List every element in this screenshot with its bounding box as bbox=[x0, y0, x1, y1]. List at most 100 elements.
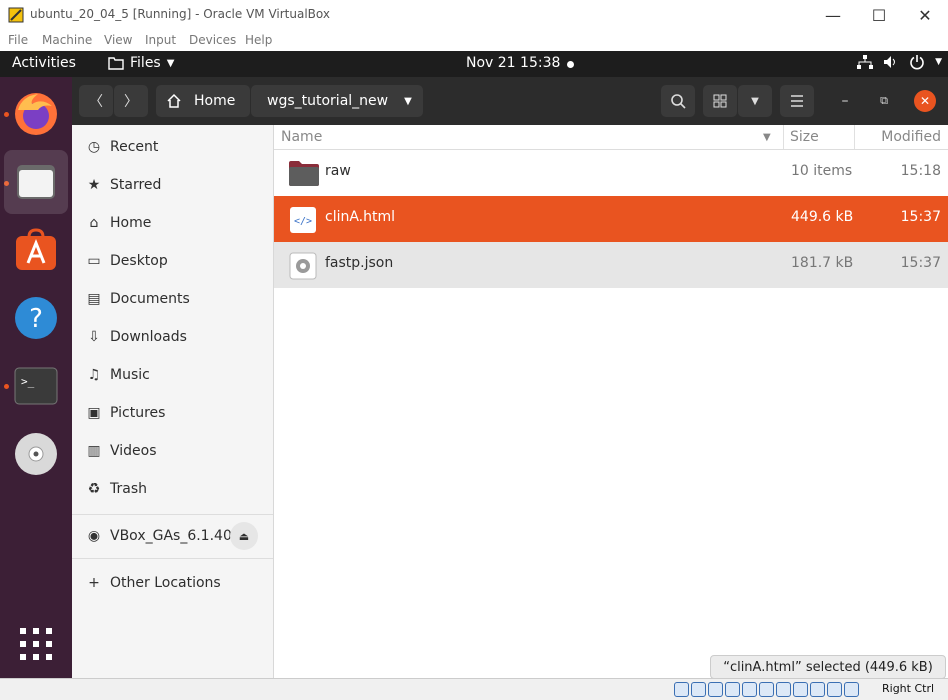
clock[interactable]: Nov 21 15:38 bbox=[466, 55, 560, 71]
menu-button[interactable] bbox=[780, 85, 814, 117]
vbox-status-bar: Right Ctrl bbox=[0, 678, 948, 700]
sidebar-item-documents[interactable]: ▤ Documents bbox=[72, 280, 273, 318]
sidebar-item-other-locations[interactable]: + Other Locations bbox=[72, 564, 273, 602]
search-icon bbox=[671, 94, 686, 109]
grid-view-icon bbox=[713, 94, 727, 108]
file-modified: 15:37 bbox=[900, 209, 941, 225]
sidebar-item-desktop[interactable]: ▭ Desktop bbox=[72, 242, 273, 280]
optical-drive-icon[interactable] bbox=[691, 682, 706, 697]
chevron-left-icon: 〈 bbox=[89, 94, 103, 110]
file-size: 449.6 kB bbox=[791, 209, 854, 225]
menu-file[interactable]: File bbox=[8, 33, 28, 47]
firefox-icon bbox=[15, 93, 57, 135]
menu-devices[interactable]: Devices bbox=[189, 33, 236, 47]
document-icon: ▤ bbox=[87, 291, 101, 307]
terminal-icon: >_ bbox=[14, 367, 58, 405]
software-launcher[interactable] bbox=[4, 218, 68, 282]
menu-input[interactable]: Input bbox=[145, 33, 176, 47]
plus-icon: + bbox=[88, 575, 100, 591]
forward-button[interactable]: 〉 bbox=[114, 85, 148, 117]
hard-disk-icon[interactable] bbox=[674, 682, 689, 697]
svg-text:?: ? bbox=[29, 304, 43, 334]
network-adapter-icon[interactable] bbox=[725, 682, 740, 697]
sidebar-item-label: Pictures bbox=[110, 405, 166, 421]
sidebar-item-label: Downloads bbox=[110, 329, 187, 345]
ubuntu-software-icon bbox=[16, 228, 56, 270]
sidebar-item-home[interactable]: ⌂ Home bbox=[72, 204, 273, 242]
sidebar-item-downloads[interactable]: ⇩ Downloads bbox=[72, 318, 273, 356]
file-name: fastp.json bbox=[325, 255, 394, 271]
sidebar-item-videos[interactable]: ▥ Videos bbox=[72, 432, 273, 470]
sidebar-item-label: Documents bbox=[110, 291, 190, 307]
json-file-icon bbox=[289, 252, 317, 280]
search-button[interactable] bbox=[661, 85, 695, 117]
download-icon: ⇩ bbox=[88, 329, 100, 345]
home-icon bbox=[167, 93, 181, 108]
app-grid-icon bbox=[20, 628, 52, 660]
view-options-button[interactable]: ▼ bbox=[738, 85, 772, 117]
menu-help[interactable]: Help bbox=[245, 33, 272, 47]
shared-folder-icon[interactable] bbox=[759, 682, 774, 697]
cpu-icon[interactable] bbox=[810, 682, 825, 697]
sidebar-item-label: Music bbox=[110, 367, 150, 383]
audio-icon[interactable] bbox=[708, 682, 723, 697]
chevron-down-icon: ▼ bbox=[166, 57, 175, 69]
view-toggle-button[interactable] bbox=[703, 85, 737, 117]
menu-machine[interactable]: Machine bbox=[42, 33, 92, 47]
sidebar-item-device[interactable]: ◉ VBox_GAs_6.1.40 ⏏ bbox=[72, 517, 273, 555]
file-row-fastp-json[interactable]: fastp.json 181.7 kB 15:37 bbox=[274, 242, 948, 288]
recording-icon[interactable] bbox=[793, 682, 808, 697]
optical-disc-launcher[interactable] bbox=[4, 422, 68, 486]
sidebar-item-pictures[interactable]: ▣ Pictures bbox=[72, 394, 273, 432]
minimize-files-button[interactable]: – bbox=[830, 85, 860, 117]
menu-view[interactable]: View bbox=[104, 33, 132, 47]
sidebar-item-label: Videos bbox=[110, 443, 157, 459]
sidebar-item-starred[interactable]: ★ Starred bbox=[72, 166, 273, 204]
eject-button[interactable]: ⏏ bbox=[230, 522, 258, 550]
svg-text:</>: </> bbox=[294, 216, 312, 227]
show-applications-button[interactable] bbox=[4, 612, 68, 676]
sort-descending-icon[interactable]: ▼ bbox=[763, 132, 771, 143]
close-window-button[interactable]: ✕ bbox=[902, 3, 948, 27]
column-modified[interactable]: Modified bbox=[881, 129, 941, 145]
firefox-launcher[interactable] bbox=[4, 82, 68, 146]
maximize-button[interactable]: ☐ bbox=[856, 3, 902, 27]
files-launcher[interactable] bbox=[4, 150, 68, 214]
system-tray[interactable]: ▼ bbox=[857, 54, 942, 70]
files-app-menu[interactable]: Files ▼ bbox=[108, 55, 174, 71]
notification-dot-icon bbox=[567, 61, 574, 68]
sidebar-item-music[interactable]: ♫ Music bbox=[72, 356, 273, 394]
column-separator bbox=[854, 125, 855, 149]
terminal-launcher[interactable]: >_ bbox=[4, 354, 68, 418]
usb-icon[interactable] bbox=[742, 682, 757, 697]
file-size: 10 items bbox=[791, 163, 853, 179]
activities-button[interactable]: Activities bbox=[12, 55, 76, 71]
file-list-header: Name ▼ Size Modified bbox=[274, 125, 948, 150]
close-files-button[interactable]: ✕ bbox=[914, 90, 936, 112]
network-icon bbox=[857, 55, 874, 69]
host-key-label: Right Ctrl bbox=[882, 682, 935, 695]
column-size[interactable]: Size bbox=[790, 129, 819, 145]
file-modified: 15:37 bbox=[900, 255, 941, 271]
breadcrumb-home[interactable]: Home bbox=[156, 85, 250, 117]
keyboard-icon[interactable] bbox=[844, 682, 859, 697]
back-button[interactable]: 〈 bbox=[79, 85, 113, 117]
breadcrumb-current[interactable]: wgs_tutorial_new ▼ bbox=[251, 85, 423, 117]
power-icon bbox=[910, 55, 924, 70]
file-row-raw[interactable]: raw 10 items 15:18 bbox=[274, 150, 948, 196]
sidebar-item-label: Other Locations bbox=[110, 575, 221, 591]
chevron-down-icon: ▼ bbox=[751, 95, 759, 107]
restore-files-button[interactable]: ⧉ bbox=[869, 85, 899, 117]
sidebar-item-recent[interactable]: ◷ Recent bbox=[72, 128, 273, 166]
folder-icon bbox=[108, 57, 124, 70]
file-row-clina-html[interactable]: </> clinA.html 449.6 kB 15:37 bbox=[274, 196, 948, 242]
file-modified: 15:18 bbox=[900, 163, 941, 179]
help-launcher[interactable]: ? bbox=[4, 286, 68, 350]
minimize-button[interactable]: — bbox=[810, 3, 856, 27]
mouse-integration-icon[interactable] bbox=[827, 682, 842, 697]
column-name[interactable]: Name bbox=[281, 129, 322, 145]
sidebar-item-label: Desktop bbox=[110, 253, 168, 269]
display-icon[interactable] bbox=[776, 682, 791, 697]
hamburger-icon bbox=[791, 95, 803, 107]
sidebar-item-trash[interactable]: ♻ Trash bbox=[72, 470, 273, 508]
